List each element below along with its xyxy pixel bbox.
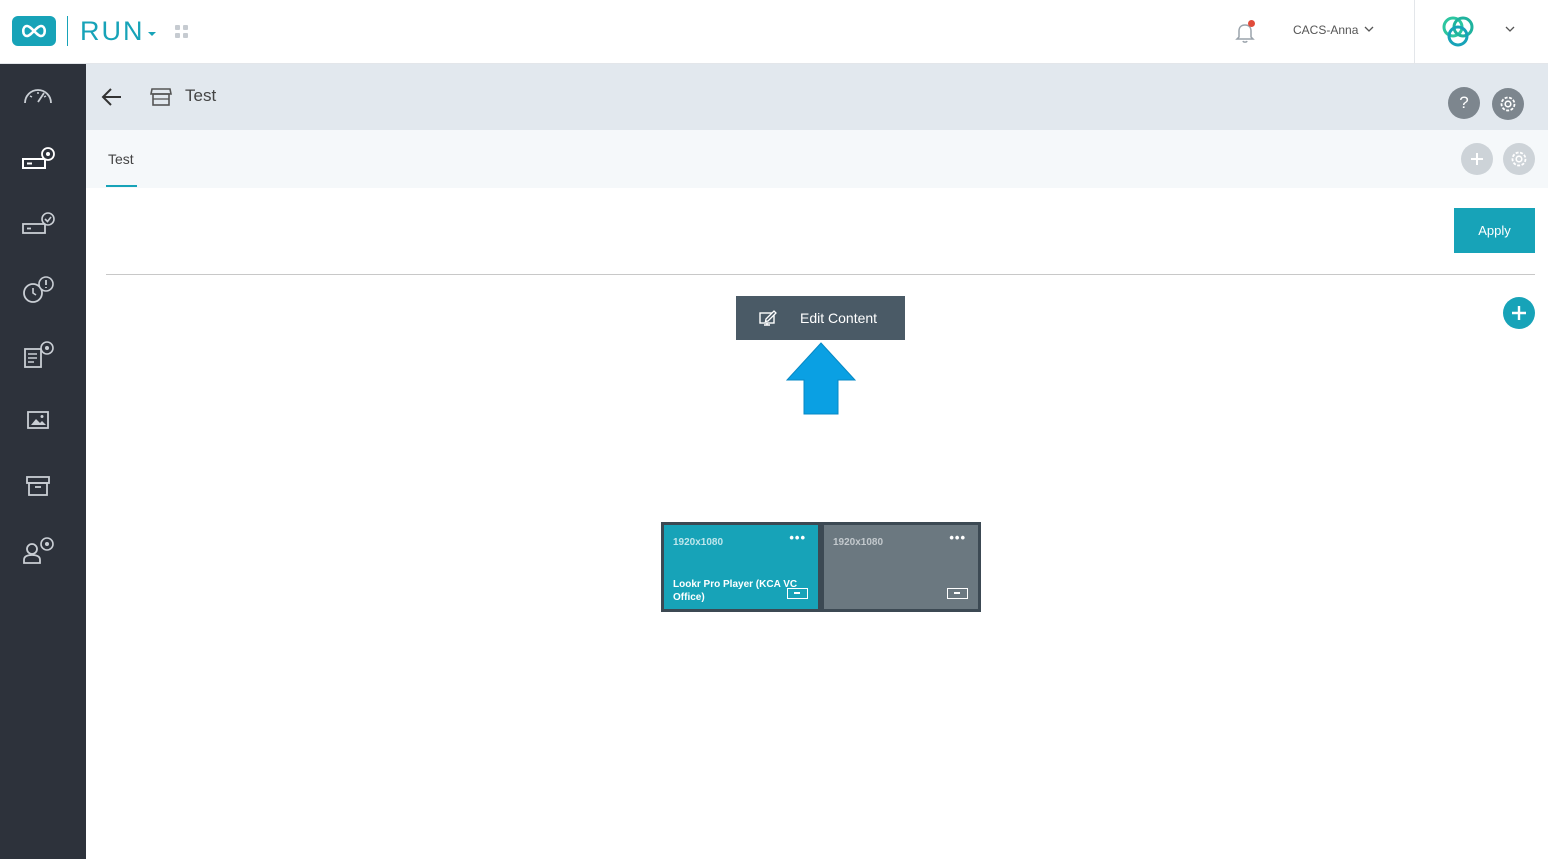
dashboard-gauge-icon — [24, 89, 52, 104]
page-settings-button[interactable] — [1492, 88, 1524, 120]
gear-icon — [1500, 96, 1516, 112]
user-menu-chevron-icon[interactable] — [1364, 24, 1374, 34]
active-tab-indicator — [106, 185, 137, 187]
sidebar-item-alerts[interactable] — [18, 270, 58, 310]
add-tab-button[interactable] — [1461, 143, 1493, 175]
sidebar — [0, 64, 86, 859]
tab-settings-button[interactable] — [1503, 143, 1535, 175]
back-arrow-icon[interactable] — [100, 85, 124, 109]
user-settings-icon — [23, 537, 54, 564]
apply-button[interactable]: Apply — [1454, 208, 1535, 253]
tab-bar — [86, 130, 1548, 188]
sidebar-item-media[interactable] — [18, 400, 58, 440]
display-device-icon — [947, 588, 968, 599]
gear-icon — [1511, 151, 1527, 167]
help-icon: ? — [1459, 93, 1469, 112]
section-divider — [106, 274, 1535, 275]
image-icon — [27, 411, 49, 429]
device-settings-icon — [22, 147, 55, 169]
edit-content-button[interactable]: Edit Content — [736, 296, 905, 340]
device-check-icon — [22, 212, 55, 234]
sidebar-item-device-status[interactable] — [18, 205, 58, 245]
pointer-arrow-icon — [786, 342, 856, 415]
sidebar-item-archive[interactable] — [18, 466, 58, 506]
plus-icon — [1512, 306, 1526, 320]
sidebar-item-devices[interactable] — [18, 140, 58, 180]
edit-monitor-icon — [758, 309, 778, 327]
app-logo[interactable] — [12, 16, 56, 46]
apps-grid-icon[interactable] — [175, 25, 188, 38]
more-options-icon[interactable]: ••• — [949, 530, 966, 545]
store-icon — [150, 88, 172, 106]
plus-icon — [1471, 153, 1483, 165]
page-header — [86, 64, 1548, 130]
logo-separator — [67, 16, 68, 46]
sidebar-item-dashboard[interactable] — [18, 75, 58, 115]
sidebar-item-content[interactable] — [18, 335, 58, 375]
display-screen[interactable]: 1920x1080 ••• Lookr Pro Player (KCA VC O… — [664, 525, 818, 609]
screen-resolution: 1920x1080 — [673, 537, 724, 548]
notification-bell-icon[interactable] — [1234, 20, 1256, 44]
display-device-icon — [787, 588, 808, 599]
tab-test[interactable]: Test — [108, 151, 134, 167]
organization-logo-icon[interactable] — [1438, 14, 1480, 50]
header-divider — [1414, 0, 1415, 64]
content-settings-icon — [24, 341, 54, 368]
archive-icon — [26, 476, 50, 496]
display-layout: 1920x1080 ••• Lookr Pro Player (KCA VC O… — [661, 522, 981, 612]
user-name[interactable]: CACS-Anna — [1293, 23, 1358, 37]
organization-menu-chevron-icon[interactable] — [1505, 24, 1515, 34]
help-button[interactable]: ? — [1448, 87, 1480, 119]
more-options-icon[interactable]: ••• — [789, 530, 806, 545]
alert-clock-icon — [23, 276, 54, 303]
display-screen[interactable]: 1920x1080 ••• — [824, 525, 978, 609]
page-title: Test — [185, 86, 217, 105]
edit-content-label: Edit Content — [800, 310, 878, 326]
infinity-icon — [21, 24, 47, 38]
app-switcher-label[interactable]: RUN — [80, 16, 145, 47]
screen-resolution: 1920x1080 — [833, 537, 884, 548]
add-display-button[interactable] — [1503, 297, 1535, 329]
app-switcher-caret-icon[interactable] — [148, 32, 156, 36]
sidebar-item-users[interactable] — [18, 530, 58, 570]
